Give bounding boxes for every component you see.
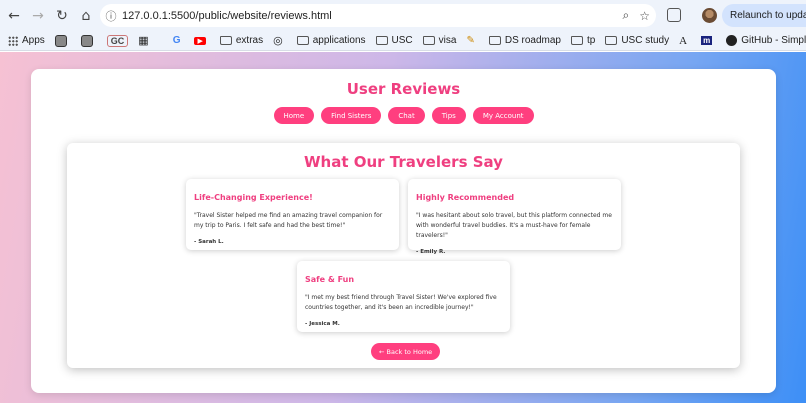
bookmark-square-2[interactable] bbox=[80, 34, 97, 47]
pen-icon: ✎ bbox=[466, 35, 475, 46]
review-author: - Emily R. bbox=[416, 249, 446, 255]
folder-icon bbox=[570, 36, 583, 45]
bookmark-qr[interactable]: ▦ bbox=[138, 34, 152, 47]
main-nav: Home Find Sisters Chat Tips My Account bbox=[31, 107, 776, 124]
bookmark-label: DS roadmap bbox=[504, 35, 561, 46]
bookmark-label: tp bbox=[586, 35, 596, 46]
square-app-icon bbox=[80, 34, 93, 47]
review-title: Highly Recommended bbox=[416, 193, 515, 202]
nav-chat[interactable]: Chat bbox=[388, 107, 425, 124]
bookmark-font[interactable]: A bbox=[679, 35, 691, 47]
bookmark-visa[interactable]: visa bbox=[422, 35, 457, 46]
nav-my-account[interactable]: My Account bbox=[472, 107, 534, 124]
nav-home[interactable]: Home bbox=[273, 107, 315, 124]
review-card: Highly Recommended "I was hesitant about… bbox=[408, 179, 621, 255]
bookmark-label: visa bbox=[438, 35, 457, 46]
bookmarks-bar: Apps GC ▦ G ▶ extras ◎ applications USC … bbox=[0, 31, 806, 51]
zoom-icon[interactable]: ⌕ bbox=[623, 8, 630, 23]
bookmark-label: USC bbox=[391, 35, 413, 46]
review-author: - Jessica M. bbox=[305, 321, 340, 327]
back-arrow-icon[interactable]: ← bbox=[2, 4, 26, 28]
bookmark-openai[interactable]: ◎ bbox=[273, 34, 287, 47]
reload-icon[interactable]: ↻ bbox=[50, 4, 74, 28]
site-info-icon[interactable]: ⓘ bbox=[100, 8, 122, 24]
home-icon[interactable]: ⌂ bbox=[74, 4, 98, 28]
url-text: 127.0.0.1:5500/public/website/reviews.ht… bbox=[122, 9, 332, 22]
square-app-icon bbox=[54, 34, 67, 47]
bookmark-ds-roadmap[interactable]: DS roadmap bbox=[488, 35, 561, 46]
bookmark-google[interactable]: G bbox=[173, 35, 185, 46]
folder-icon bbox=[605, 36, 618, 45]
bookmark-square-1[interactable] bbox=[54, 34, 71, 47]
forward-arrow-icon[interactable]: → bbox=[26, 4, 50, 28]
github-icon bbox=[726, 35, 738, 46]
folder-icon bbox=[375, 36, 388, 45]
bookmark-gc[interactable]: GC bbox=[106, 34, 129, 47]
apps-grid-icon bbox=[8, 35, 18, 46]
review-quote: "I was hesitant about solo travel, but t… bbox=[416, 212, 612, 239]
relaunch-button[interactable]: Relaunch to update ⋮ bbox=[722, 4, 806, 27]
review-author: - Sarah L. bbox=[194, 239, 224, 245]
page-title: User Reviews bbox=[346, 80, 461, 98]
font-a-icon: A bbox=[679, 34, 688, 47]
folder-icon bbox=[296, 36, 309, 45]
gc-badge-icon: GC bbox=[106, 34, 129, 47]
folder-icon bbox=[488, 36, 501, 45]
main-container: User Reviews Home Find Sisters Chat Tips… bbox=[31, 69, 776, 393]
page-background: User Reviews Home Find Sisters Chat Tips… bbox=[0, 52, 806, 403]
bookmark-m[interactable]: m bbox=[701, 36, 716, 45]
review-title: Safe & Fun bbox=[305, 275, 355, 284]
bookmark-youtube[interactable]: ▶ bbox=[194, 36, 209, 45]
section-title: What Our Travelers Say bbox=[304, 153, 503, 171]
nav-tips[interactable]: Tips bbox=[431, 107, 466, 124]
bookmark-pen[interactable]: ✎ bbox=[466, 35, 478, 46]
bookmark-label: USC study bbox=[621, 35, 670, 46]
bookmark-usc-study[interactable]: USC study bbox=[605, 35, 669, 46]
google-icon: G bbox=[172, 35, 181, 46]
bookmark-extras[interactable]: extras bbox=[219, 35, 264, 46]
bookmark-label: applications bbox=[312, 35, 366, 46]
relaunch-label: Relaunch to update bbox=[730, 10, 806, 21]
star-icon[interactable]: ☆ bbox=[639, 9, 650, 23]
review-card: Safe & Fun "I met my best friend through… bbox=[297, 261, 510, 332]
bookmark-applications[interactable]: applications bbox=[296, 35, 366, 46]
review-card: Life-Changing Experience! "Travel Sister… bbox=[186, 179, 399, 250]
folder-icon bbox=[219, 36, 232, 45]
bookmark-label: extras bbox=[235, 35, 264, 46]
folder-icon bbox=[422, 36, 435, 45]
bookmark-usc[interactable]: USC bbox=[375, 35, 413, 46]
m-icon: m bbox=[701, 36, 713, 45]
review-title: Life-Changing Experience! bbox=[194, 193, 313, 202]
bookmark-label: Apps bbox=[22, 35, 45, 46]
bookmark-github[interactable]: GitHub - Simplify/o... bbox=[726, 35, 806, 46]
review-quote: "I met my best friend through Travel Sis… bbox=[305, 294, 497, 311]
qr-icon: ▦ bbox=[138, 35, 149, 47]
bookmark-tp[interactable]: tp bbox=[570, 35, 596, 46]
back-to-home-button[interactable]: ← Back to Home bbox=[371, 343, 441, 360]
nav-find-sisters[interactable]: Find Sisters bbox=[321, 107, 382, 124]
extensions-icon[interactable] bbox=[667, 8, 681, 22]
youtube-icon: ▶ bbox=[194, 36, 206, 45]
profile-avatar[interactable] bbox=[702, 8, 717, 23]
review-quote: "Travel Sister helped me find an amazing… bbox=[194, 212, 383, 229]
address-bar[interactable]: ⓘ 127.0.0.1:5500/public/website/reviews.… bbox=[100, 4, 656, 27]
openai-icon: ◎ bbox=[273, 35, 283, 47]
bookmark-label: GitHub - Simplify/o... bbox=[741, 35, 806, 46]
bookmark-apps[interactable]: Apps bbox=[8, 35, 45, 46]
reviews-section: What Our Travelers Say Life-Changing Exp… bbox=[67, 143, 740, 368]
